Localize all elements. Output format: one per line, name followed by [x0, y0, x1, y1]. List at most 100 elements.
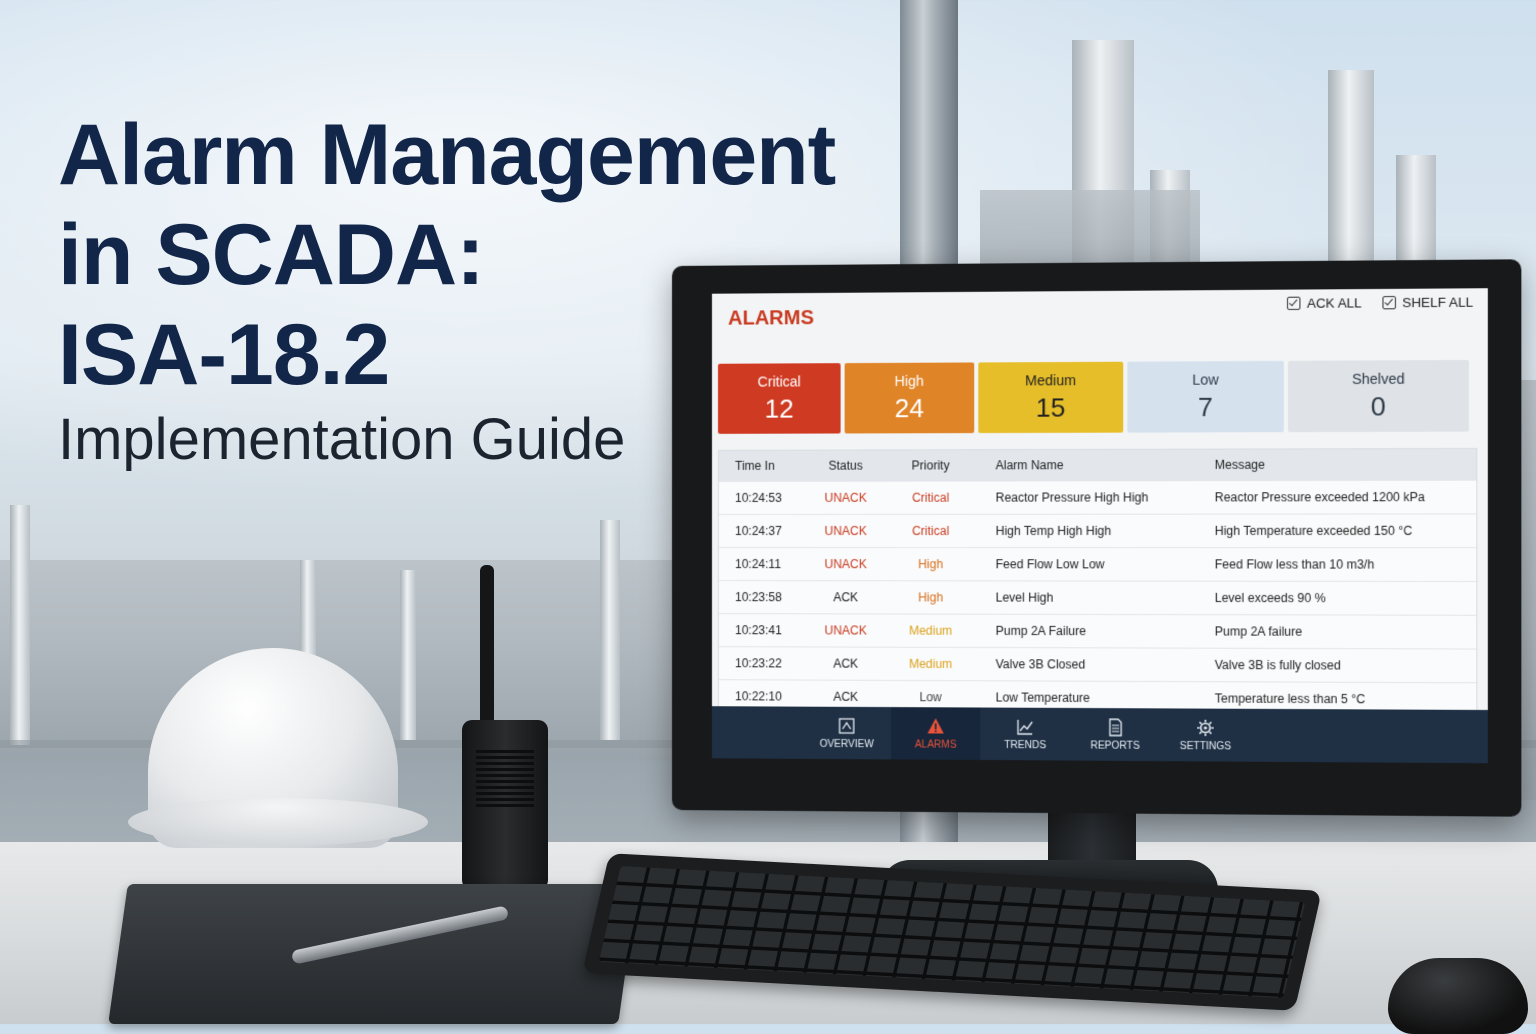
checkbox-icon: [1287, 297, 1300, 310]
cell-status: UNACK: [809, 524, 882, 538]
count-card-high[interactable]: High 24: [845, 362, 975, 433]
cell-priority: Medium: [882, 624, 979, 638]
monitor: ALARMS ACK ALL SHELF ALL Critical 12 Hig…: [672, 259, 1521, 816]
cell-alarm-name: Valve 3B Closed: [979, 657, 1206, 672]
table-row[interactable]: 10:24:53 UNACK Critical Reactor Pressure…: [719, 480, 1476, 514]
cell-priority: High: [882, 590, 979, 604]
cell-alarm-name: Pump 2A Failure: [979, 624, 1206, 639]
nav-trends[interactable]: TRENDS: [980, 708, 1070, 761]
nav-label: OVERVIEW: [820, 738, 874, 749]
cell-alarm-name: High Temp High High: [979, 524, 1206, 538]
column-header-message[interactable]: Message: [1206, 457, 1476, 472]
cell-time: 10:23:41: [719, 623, 809, 637]
title-line-1: Alarm Management: [58, 105, 898, 205]
count-value: 7: [1198, 391, 1213, 423]
cell-time: 10:24:11: [719, 557, 809, 571]
overview-icon: [838, 716, 856, 734]
count-label: High: [895, 372, 924, 388]
gear-icon: [1196, 718, 1215, 736]
radio-speaker-grille: [476, 750, 534, 810]
cell-alarm-name: Reactor Pressure High High: [979, 490, 1206, 504]
column-header-alarm-name[interactable]: Alarm Name: [979, 458, 1206, 473]
cell-time: 10:23:22: [719, 656, 809, 670]
table-row[interactable]: 10:23:22 ACK Medium Valve 3B Closed Valv…: [719, 646, 1476, 682]
cell-alarm-name: Level High: [979, 590, 1206, 605]
cell-status: ACK: [809, 590, 882, 604]
cell-message: Temperature less than 5 °C: [1206, 691, 1476, 707]
cell-time: 10:23:58: [719, 590, 809, 604]
shelf-all-label: SHELF ALL: [1402, 294, 1473, 310]
count-value: 0: [1371, 390, 1386, 422]
nav-reports[interactable]: REPORTS: [1070, 708, 1160, 761]
count-card-shelved[interactable]: Shelved 0: [1288, 360, 1469, 432]
cell-message: Level exceeds 90 %: [1206, 591, 1476, 606]
cell-message: Feed Flow less than 10 m3/h: [1206, 557, 1476, 571]
cell-priority: Critical: [882, 524, 979, 538]
keyboard-keys[interactable]: [599, 866, 1306, 998]
count-card-low[interactable]: Low 7: [1127, 361, 1284, 433]
nav-alarms[interactable]: ALARMS: [891, 707, 980, 760]
count-label: Critical: [758, 373, 801, 389]
reports-document-icon: [1106, 718, 1124, 736]
table-row[interactable]: 10:24:37 UNACK Critical High Temp High H…: [719, 513, 1476, 547]
column-header-time[interactable]: Time In: [719, 459, 809, 473]
cell-status: UNACK: [809, 491, 882, 505]
bottom-nav: OVERVIEW ALARMS TRENDS REPORTS SETTINGS: [712, 706, 1488, 763]
count-value: 12: [765, 393, 794, 424]
column-header-priority[interactable]: Priority: [882, 458, 979, 472]
count-value: 15: [1036, 392, 1066, 423]
trends-chart-icon: [1016, 717, 1034, 735]
ack-all-button[interactable]: ACK ALL: [1287, 295, 1361, 311]
shelf-all-button[interactable]: SHELF ALL: [1383, 294, 1474, 310]
header-actions: ACK ALL SHELF ALL: [1287, 294, 1473, 311]
ack-all-label: ACK ALL: [1307, 295, 1362, 311]
count-label: Shelved: [1352, 370, 1405, 387]
cell-message: Reactor Pressure exceeded 1200 kPa: [1206, 490, 1476, 505]
priority-counts: Critical 12 High 24 Medium 15 Low 7 Shel…: [718, 360, 1469, 434]
nav-label: SETTINGS: [1180, 740, 1232, 751]
nav-overview[interactable]: OVERVIEW: [802, 707, 891, 760]
screen-header: ALARMS ACK ALL SHELF ALL: [712, 288, 1488, 354]
cell-time: 10:24:37: [719, 524, 809, 538]
cell-priority: Low: [882, 690, 979, 705]
cell-time: 10:22:10: [719, 689, 809, 703]
count-value: 24: [895, 392, 924, 423]
computer-mouse[interactable]: [1388, 958, 1528, 1034]
cell-priority: Medium: [882, 657, 979, 671]
cell-alarm-name: Feed Flow Low Low: [979, 557, 1206, 571]
cell-status: ACK: [809, 656, 882, 670]
cell-status: UNACK: [809, 557, 882, 571]
table-row[interactable]: 10:24:11 UNACK High Feed Flow Low Low Fe…: [719, 547, 1476, 581]
table-row[interactable]: 10:23:58 ACK High Level High Level excee…: [719, 580, 1476, 615]
cell-status: ACK: [809, 690, 882, 704]
cell-time: 10:24:53: [719, 491, 809, 505]
cell-message: Pump 2A failure: [1206, 624, 1476, 639]
count-card-medium[interactable]: Medium 15: [978, 362, 1123, 433]
checkbox-icon: [1383, 296, 1397, 309]
cell-priority: Critical: [882, 491, 979, 505]
alarms-title: ALARMS: [728, 307, 814, 331]
cell-priority: High: [882, 557, 979, 571]
radio-antenna: [480, 565, 494, 725]
count-label: Low: [1192, 371, 1218, 387]
refinery-tower: [10, 505, 30, 745]
hard-hat-brim: [128, 798, 428, 846]
cell-message: Valve 3B is fully closed: [1206, 658, 1476, 673]
nav-label: REPORTS: [1090, 740, 1139, 751]
hard-hat: [128, 648, 428, 848]
nav-settings[interactable]: SETTINGS: [1160, 708, 1251, 761]
alarm-warning-icon: [927, 717, 945, 735]
nav-label: TRENDS: [1004, 739, 1046, 750]
notebook: [108, 884, 638, 1024]
column-header-status[interactable]: Status: [809, 459, 882, 473]
refinery-tower: [600, 520, 620, 740]
cell-alarm-name: Low Temperature: [979, 690, 1206, 705]
cell-status: UNACK: [809, 623, 882, 637]
alarm-table: Time In Status Priority Alarm Name Messa…: [718, 448, 1477, 716]
table-header: Time In Status Priority Alarm Name Messa…: [719, 449, 1476, 481]
nav-label: ALARMS: [915, 739, 957, 750]
cell-message: High Temperature exceeded 150 °C: [1206, 524, 1476, 538]
count-card-critical[interactable]: Critical 12: [718, 363, 841, 434]
count-label: Medium: [1025, 372, 1076, 388]
table-row[interactable]: 10:23:41 UNACK Medium Pump 2A Failure Pu…: [719, 613, 1476, 648]
